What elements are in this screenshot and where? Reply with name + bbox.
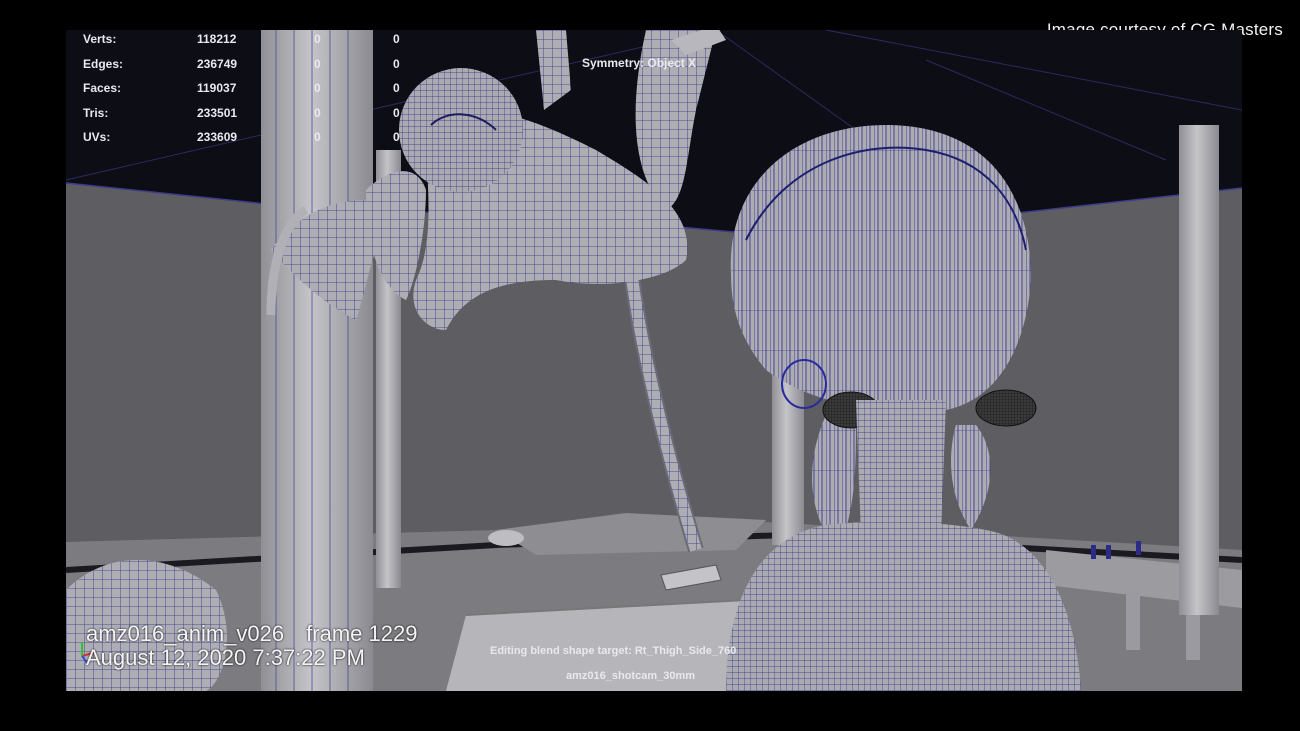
frame-info-overlay: amz016_anim_v026 frame 1229 August 12, 20…: [86, 622, 417, 670]
frame-number: frame 1229: [306, 621, 418, 646]
stat-selected: 0: [314, 56, 321, 71]
stat-selected: 0: [314, 32, 321, 46]
stat-component: 0: [393, 105, 400, 120]
stat-label: Verts:: [83, 32, 117, 46]
camera-name: amz016_shotcam_30mm: [566, 670, 696, 682]
stat-component: 0: [393, 130, 400, 144]
maya-viewport[interactable]: Verts: 118212 0 0 Edges: 236749 0 0 Face…: [66, 30, 1242, 691]
stat-value: 233609: [197, 130, 238, 144]
stat-selected: 0: [314, 81, 321, 95]
stat-value: 236749: [197, 56, 238, 71]
blend-shape-status: Editing blend shape target: Rt_Thigh_Sid…: [490, 645, 737, 657]
stat-component: 0: [393, 56, 400, 71]
stat-row-faces: Faces: 119037 0 0: [83, 81, 403, 106]
stat-label: Tris:: [83, 105, 109, 120]
stat-row-tris: Tris: 233501 0 0: [83, 106, 403, 131]
stat-label: UVs:: [83, 130, 111, 144]
stat-label: Edges:: [83, 56, 124, 71]
stat-label: Faces:: [83, 81, 122, 95]
datetime-stamp: August 12, 2020 7:37:22 PM: [86, 645, 365, 670]
stat-row-verts: Verts: 118212 0 0: [83, 32, 403, 57]
stat-value: 233501: [197, 105, 238, 120]
stat-value: 119037: [197, 81, 237, 95]
shot-line: amz016_anim_v026 frame 1229: [86, 622, 417, 646]
poly-count-hud: Verts: 118212 0 0 Edges: 236749 0 0 Face…: [83, 32, 403, 155]
stat-row-edges: Edges: 236749 0 0: [83, 57, 403, 82]
stat-component: 0: [393, 81, 400, 95]
stat-component: 0: [393, 32, 400, 46]
stat-value: 118212: [197, 32, 237, 46]
stat-selected: 0: [314, 105, 321, 120]
symmetry-indicator: Symmetry: Object X: [582, 56, 697, 70]
stat-row-uvs: UVs: 233609 0 0: [83, 130, 403, 155]
stat-selected: 0: [314, 130, 321, 144]
shot-name: amz016_anim_v026: [86, 621, 285, 646]
